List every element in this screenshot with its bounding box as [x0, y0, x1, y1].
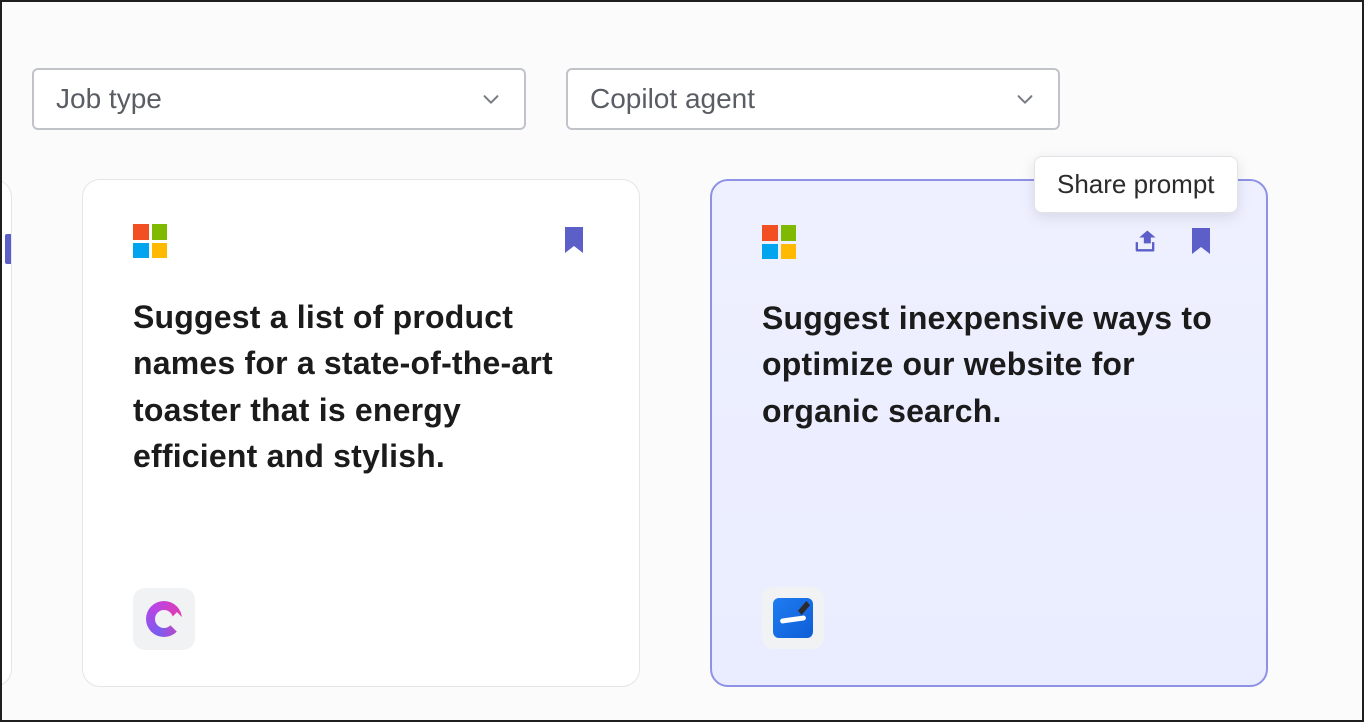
whiteboard-icon — [773, 598, 813, 638]
microsoft-logo-icon — [762, 225, 796, 259]
copilot-agent-dropdown[interactable]: Copilot agent — [566, 68, 1060, 130]
share-icon[interactable] — [1130, 225, 1160, 257]
bookmark-icon[interactable] — [559, 224, 589, 256]
loop-icon — [146, 601, 182, 637]
share-prompt-tooltip: Share prompt — [1034, 156, 1238, 213]
microsoft-logo-icon — [133, 224, 167, 258]
prompt-card-row: Suggest a list of product names for a st… — [0, 179, 1268, 687]
card-footer — [133, 588, 589, 650]
job-type-label: Job type — [56, 83, 162, 115]
filter-row: Job type Copilot agent — [32, 68, 1060, 130]
prompt-card[interactable]: Suggest a list of product names for a st… — [82, 179, 640, 687]
chevron-down-icon — [480, 88, 502, 110]
prompt-card-prev-sliver[interactable] — [0, 179, 12, 687]
viewport: Job type Copilot agent — [0, 0, 1364, 722]
prompt-card[interactable]: Suggest inexpensive ways to optimize our… — [710, 179, 1268, 687]
copilot-agent-label: Copilot agent — [590, 83, 755, 115]
app-badge-whiteboard[interactable] — [762, 587, 824, 649]
bookmark-icon[interactable] — [1186, 225, 1216, 257]
prompt-text: Suggest a list of product names for a st… — [133, 294, 589, 480]
card-footer — [762, 587, 1216, 649]
card-header — [133, 224, 589, 264]
tooltip-text: Share prompt — [1057, 169, 1215, 199]
app-badge-loop[interactable] — [133, 588, 195, 650]
card-header — [762, 225, 1216, 265]
job-type-dropdown[interactable]: Job type — [32, 68, 526, 130]
prompt-text: Suggest inexpensive ways to optimize our… — [762, 295, 1216, 434]
chevron-down-icon — [1014, 88, 1036, 110]
